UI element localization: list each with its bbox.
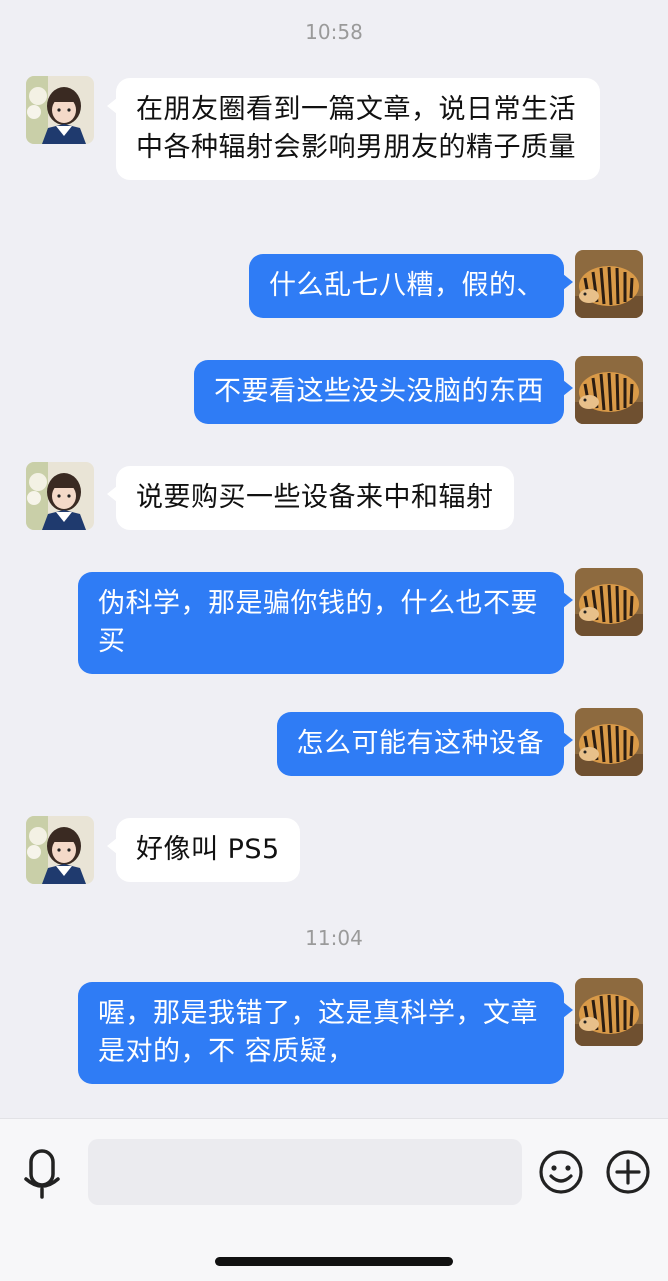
outgoing-message[interactable]: 不要看这些没头没脑的东西 [194,360,573,424]
outgoing-message[interactable]: 怎么可能有这种设备 [276,712,573,776]
outgoing-message[interactable]: 喔，那是我错了，这是真科学，文章是对的，不 容质疑， [78,982,573,1084]
smiley-icon[interactable] [538,1149,584,1195]
my-avatar[interactable] [575,978,643,1046]
my-avatar[interactable] [575,250,643,318]
plus-circle-icon[interactable] [605,1149,651,1195]
my-avatar[interactable] [575,356,643,424]
contact-avatar[interactable] [26,462,94,530]
outgoing-message[interactable]: 什么乱七八糟，假的、 [249,254,573,318]
contact-avatar[interactable] [26,816,94,884]
timestamp: 10:58 [305,20,363,44]
contact-avatar[interactable] [26,76,94,144]
my-avatar[interactable] [575,568,643,636]
my-avatar[interactable] [575,708,643,776]
chat-area[interactable]: 10:58 在朋友圈看到一篇文章，说日常生活中各种辐射会影响男朋友的精子质量 什… [0,0,668,1118]
timestamp: 11:04 [305,926,363,950]
incoming-message[interactable]: 说要购买一些设备来中和辐射 [107,466,514,530]
incoming-message[interactable]: 好像叫 PS5 [107,818,300,882]
message-input[interactable] [88,1139,522,1205]
microphone-icon[interactable] [22,1149,62,1199]
outgoing-message[interactable]: 伪科学，那是骗你钱的，什么也不要买 [78,572,573,674]
incoming-message[interactable]: 在朋友圈看到一篇文章，说日常生活中各种辐射会影响男朋友的精子质量 [107,78,600,180]
home-indicator[interactable] [215,1257,453,1266]
